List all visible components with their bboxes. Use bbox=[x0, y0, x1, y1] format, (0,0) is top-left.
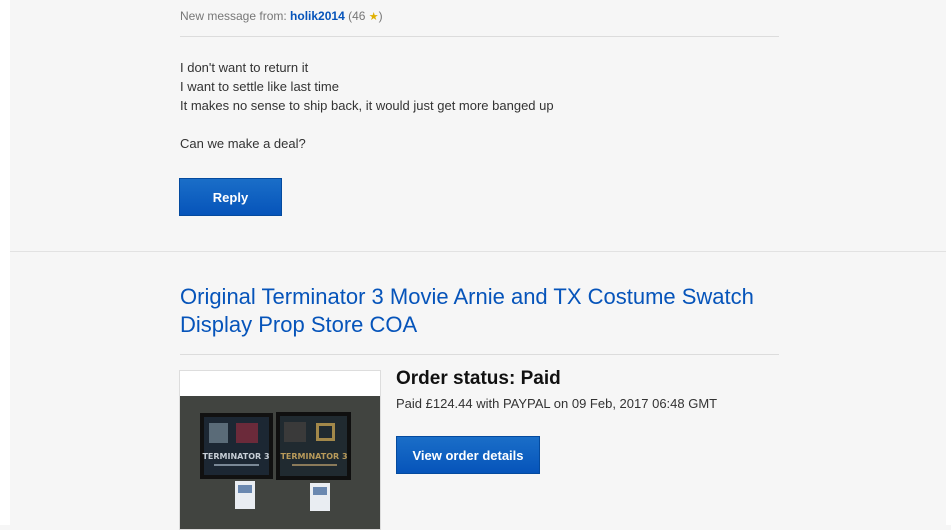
message-line: It makes no sense to ship back, it would… bbox=[180, 98, 554, 113]
feedback-score-close: ) bbox=[378, 9, 383, 23]
message-line: I don't want to return it bbox=[180, 60, 309, 75]
right-frame-logo: TERMINATOR 3 bbox=[280, 452, 347, 461]
item-title-link[interactable]: Original Terminator 3 Movie Arnie and TX… bbox=[180, 283, 780, 339]
title-divider bbox=[180, 354, 779, 355]
header-divider bbox=[180, 36, 779, 37]
message-gap bbox=[180, 115, 554, 134]
order-status: Order status: Paid bbox=[396, 368, 561, 389]
message-header: New message from: holik2014 (46 ★) bbox=[180, 9, 383, 23]
left-page-edge bbox=[0, 0, 10, 525]
right-page-edge bbox=[946, 0, 951, 525]
message-header-prefix: New message from: bbox=[180, 9, 287, 23]
payment-details: Paid £124.44 with PAYPAL on 09 Feb, 2017… bbox=[396, 396, 718, 411]
message-line: Can we make a deal? bbox=[180, 136, 306, 151]
left-frame-logo: TERMINATOR 3 bbox=[202, 452, 269, 461]
item-photo: TERMINATOR 3 TERMINATOR 3 bbox=[180, 371, 380, 529]
message-line: I want to settle like last time bbox=[180, 79, 339, 94]
feedback-star-icon: ★ bbox=[368, 11, 379, 23]
feedback-score-open: (46 bbox=[348, 9, 366, 23]
message-body: I don't want to return it I want to sett… bbox=[180, 58, 554, 153]
sender-link[interactable]: holik2014 bbox=[290, 9, 345, 23]
item-thumbnail[interactable]: TERMINATOR 3 TERMINATOR 3 bbox=[179, 370, 381, 530]
section-divider bbox=[10, 251, 946, 252]
view-order-details-button[interactable]: View order details bbox=[396, 436, 540, 474]
reply-button[interactable]: Reply bbox=[179, 178, 282, 216]
